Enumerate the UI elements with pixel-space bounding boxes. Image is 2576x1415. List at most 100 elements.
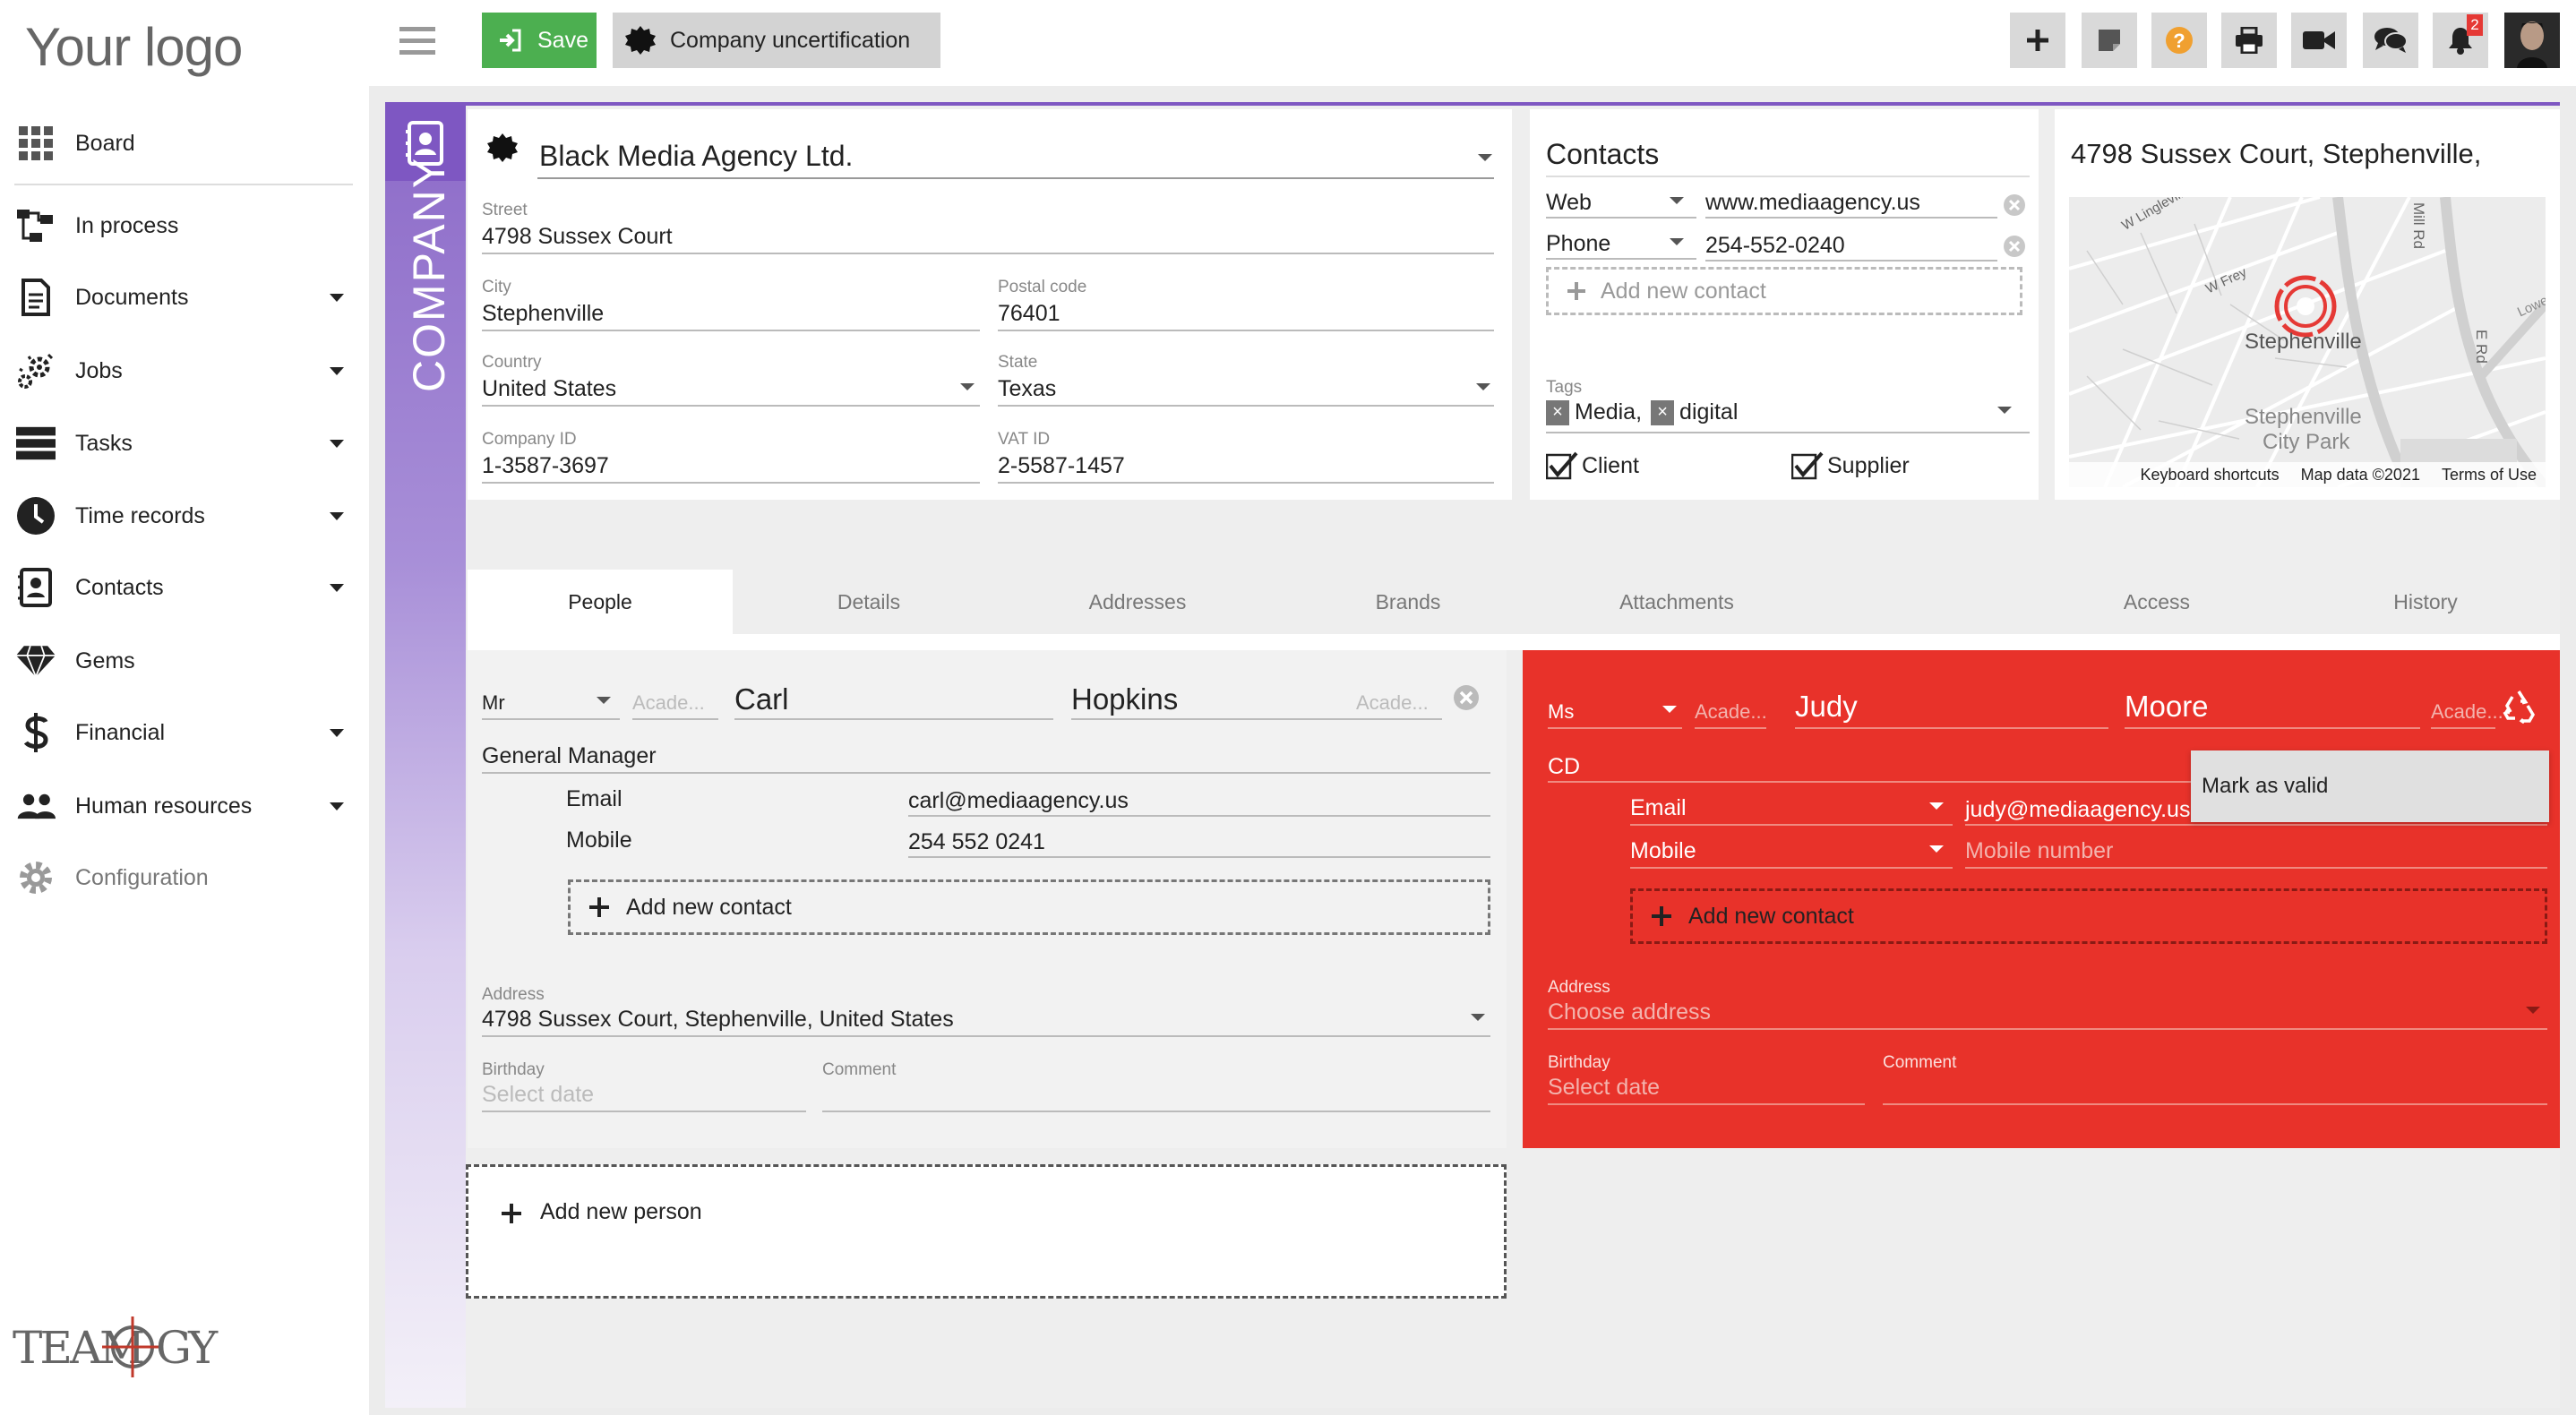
map-view[interactable]: W Lingleville Rd W Frey Mill Rd E Rd Ste… — [2069, 197, 2546, 487]
person-contact-value[interactable]: judy@mediaagency.us — [1965, 797, 2190, 823]
sidebar-item-configuration[interactable]: Configuration — [0, 851, 369, 905]
client-checkbox[interactable]: Client — [1546, 451, 1639, 480]
chat-button[interactable] — [2363, 13, 2418, 68]
remove-icon[interactable] — [2003, 235, 2026, 258]
first-name-field[interactable]: Judy — [1795, 690, 1858, 724]
academic-title-suffix-field[interactable]: Acade... — [2431, 700, 2503, 724]
address-select[interactable]: 4798 Sussex Court, Stephenville, United … — [482, 1007, 954, 1033]
sidebar-item-contacts[interactable]: Contacts — [0, 561, 369, 614]
chevron-down-icon — [330, 728, 344, 737]
sidebar-item-gems[interactable]: Gems — [0, 634, 369, 688]
comment-field[interactable] — [822, 1111, 1490, 1112]
comment-field[interactable] — [1883, 1103, 2547, 1105]
vat-id-field[interactable]: 2-5587-1457 — [998, 453, 1125, 479]
remove-person-icon[interactable] — [1453, 684, 1480, 711]
postal-code-field[interactable]: 76401 — [998, 301, 1060, 327]
company-name-field[interactable]: Black Media Agency Ltd. — [539, 140, 853, 173]
address-label: Address — [482, 985, 545, 1004]
academic-title-suffix-field[interactable]: Acade... — [1356, 691, 1429, 715]
last-name-field[interactable]: Hopkins — [1071, 682, 1178, 716]
sidebar-item-documents[interactable]: Documents — [0, 270, 369, 324]
position-field[interactable]: General Manager — [482, 743, 657, 769]
chevron-down-icon — [1471, 1014, 1485, 1021]
company-side-strip: COMPANY — [385, 106, 466, 1408]
tag-chip: digital — [1679, 399, 1739, 424]
avatar[interactable] — [2504, 13, 2560, 68]
add-new-contact-button[interactable]: Add new contact — [1546, 267, 2022, 315]
city-field[interactable]: Stephenville — [482, 301, 604, 327]
add-contact-label: Add new contact — [1601, 278, 1766, 304]
mark-as-valid-tooltip[interactable]: Mark as valid — [2191, 750, 2549, 822]
hamburger-menu-icon[interactable] — [399, 27, 435, 56]
video-camera-icon — [2303, 30, 2335, 51]
last-name-field[interactable]: Moore — [2125, 690, 2209, 724]
academic-title-prefix-field[interactable]: Acade... — [1695, 700, 1767, 724]
keyboard-shortcuts-link[interactable]: Keyboard shortcuts — [2141, 466, 2280, 485]
sticky-note-icon — [2097, 28, 2122, 53]
print-button[interactable] — [2221, 13, 2277, 68]
sidebar-item-in-process[interactable]: In process — [0, 199, 369, 253]
contact-type-select[interactable]: Phone — [1546, 231, 1610, 257]
person-contact-value[interactable]: carl@mediaagency.us — [908, 788, 1129, 814]
seal-icon — [625, 25, 656, 56]
tags-field[interactable]: × Media, × digital — [1546, 399, 1738, 425]
add-contact-label: Add new contact — [626, 894, 792, 920]
sidebar-item-jobs[interactable]: Jobs — [0, 344, 369, 398]
position-field[interactable]: CD — [1548, 754, 1580, 780]
workflow-icon — [16, 208, 56, 244]
birthday-field[interactable]: Select date — [482, 1082, 594, 1108]
save-button[interactable]: Save — [482, 13, 597, 68]
salutation-select[interactable]: Ms — [1548, 700, 1574, 724]
first-name-field[interactable]: Carl — [734, 682, 789, 716]
tab-addresses[interactable]: Addresses — [1005, 570, 1270, 634]
recycle-icon[interactable] — [2501, 688, 2537, 724]
contact-value-field[interactable]: www.mediaagency.us — [1705, 190, 1920, 216]
company-id-field[interactable]: 1-3587-3697 — [482, 453, 609, 479]
tab-people[interactable]: People — [468, 570, 733, 634]
person-contact-type[interactable]: Email — [1630, 795, 1687, 821]
tab-brands[interactable]: Brands — [1274, 570, 1542, 634]
remove-icon[interactable] — [2003, 193, 2026, 217]
help-button[interactable]: ? — [2151, 13, 2207, 68]
mobile-number-field[interactable]: Mobile number — [1965, 838, 2113, 864]
birthday-field[interactable]: Select date — [1548, 1075, 1660, 1101]
sidebar-item-board[interactable]: Board — [0, 116, 369, 170]
sidebar-item-financial[interactable]: Financial — [0, 706, 369, 759]
note-button[interactable] — [2082, 13, 2137, 68]
tab-history[interactable]: History — [2291, 570, 2560, 634]
underline — [1546, 217, 1696, 219]
add-new-contact-button[interactable]: Add new contact — [1630, 888, 2547, 944]
sidebar-item-time-records[interactable]: Time records — [0, 489, 369, 543]
person-contact-type[interactable]: Mobile — [566, 828, 632, 853]
person-contact-type[interactable]: Mobile — [1630, 838, 1696, 864]
tag-remove-icon[interactable]: × — [1546, 399, 1569, 425]
contact-type-select[interactable]: Web — [1546, 190, 1592, 216]
tag-remove-icon[interactable]: × — [1651, 399, 1675, 425]
underline — [1548, 1103, 1865, 1105]
state-select[interactable]: Texas — [998, 376, 1056, 402]
contacts-panel: Contacts Web www.mediaagency.us Phone 25… — [1530, 109, 2039, 500]
add-new-contact-button[interactable]: Add new contact — [568, 879, 1490, 935]
sidebar-item-human-resources[interactable]: Human resources — [0, 779, 369, 833]
plus-icon — [1567, 281, 1586, 301]
contact-value-field[interactable]: 254-552-0240 — [1705, 233, 1845, 259]
street-field[interactable]: 4798 Sussex Court — [482, 224, 673, 250]
supplier-checkbox[interactable]: Supplier — [1791, 451, 1910, 480]
address-select[interactable]: Choose address — [1548, 999, 1711, 1025]
tab-details[interactable]: Details — [736, 570, 1001, 634]
add-button[interactable] — [2010, 13, 2065, 68]
tab-attachments[interactable]: Attachments — [1542, 570, 1811, 634]
salutation-select[interactable]: Mr — [482, 691, 505, 715]
video-button[interactable] — [2291, 13, 2347, 68]
academic-title-prefix-field[interactable]: Acade... — [632, 691, 705, 715]
add-new-person-button[interactable]: Add new person — [466, 1164, 1507, 1299]
person-contact-type[interactable]: Email — [566, 786, 623, 812]
tab-access[interactable]: Access — [2022, 570, 2291, 634]
company-uncertification-button[interactable]: Company uncertification — [613, 13, 940, 68]
notifications-button[interactable]: 2 — [2433, 13, 2488, 68]
sidebar-item-tasks[interactable]: Tasks — [0, 416, 369, 470]
country-select[interactable]: United States — [482, 376, 616, 402]
map-footer: Keyboard shortcuts Map data ©2021 Terms … — [2069, 462, 2546, 487]
person-contact-value[interactable]: 254 552 0241 — [908, 829, 1045, 855]
terms-of-use-link[interactable]: Terms of Use — [2442, 466, 2537, 485]
